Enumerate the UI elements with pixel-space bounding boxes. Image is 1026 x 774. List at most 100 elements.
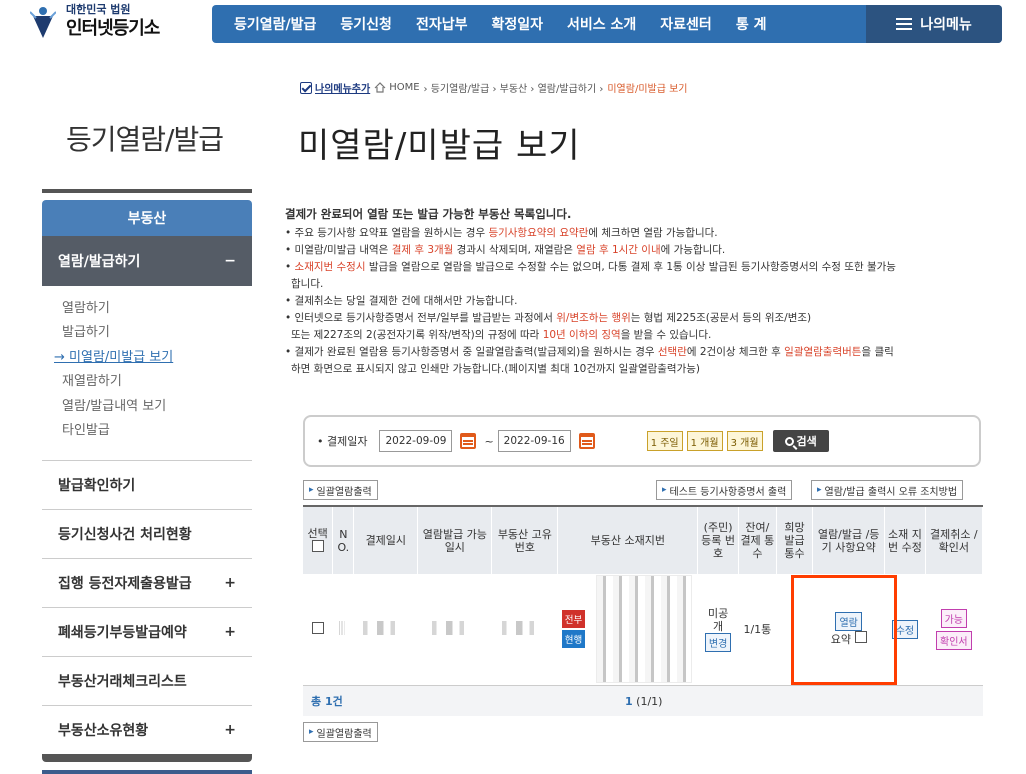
sidebar-item-ownership[interactable]: 부동산소유현황 + — [42, 705, 252, 754]
sidebar-item-label: 열람/발급하기 — [58, 254, 141, 270]
date-to-input[interactable]: 2022-09-16 — [497, 430, 571, 452]
row-remaining-cell: 1/1통 — [738, 574, 777, 686]
sidebar-item-case-status[interactable]: 등기신청사건 처리현황 — [42, 509, 252, 558]
date-from-input[interactable]: 2022-09-09 — [379, 430, 453, 452]
cancel-possible-button[interactable]: 가능 — [940, 608, 967, 628]
period-3month-button[interactable]: 3 개월 — [726, 431, 763, 451]
col-view-issue-summary: 열람/발급 /등기 사항요약 — [812, 505, 886, 574]
search-button-label: 검색 — [796, 435, 817, 448]
submenu-view[interactable]: 열람하기 — [62, 297, 173, 321]
calendar-icon[interactable] — [460, 433, 477, 449]
sidebar-category[interactable]: 부동산 — [42, 200, 252, 236]
row-checkbox[interactable] — [311, 621, 324, 634]
test-print-button[interactable]: ▸ 테스트 등기사항증명서 출력 — [656, 480, 793, 500]
expand-icon: + — [224, 722, 236, 738]
add-my-menu-link[interactable]: 나의메뉴추가 — [300, 80, 370, 95]
search-form: • 결제일자 2022-09-09 ~ 2022-09-16 1 주일 1 개월… — [303, 415, 981, 467]
row-modify-cell: 수정 — [884, 574, 926, 686]
table-footer: 총 1건 1 (1/1) — [303, 686, 983, 716]
calendar-icon[interactable] — [578, 433, 595, 449]
arrow-right-icon: ▸ — [817, 485, 822, 495]
redacted-available-at — [431, 620, 478, 635]
select-all-checkbox[interactable] — [311, 539, 324, 552]
sidebar-next-category — [42, 770, 252, 774]
home-icon — [374, 82, 386, 93]
nav-item-payment[interactable]: 전자납부 — [404, 14, 480, 34]
submenu-unviewed[interactable]: → 미열람/미발급 보기 — [54, 346, 173, 370]
resident-status: 미공개 — [707, 606, 729, 633]
submenu-history[interactable]: 열람/발급내역 보기 — [62, 395, 173, 419]
sidebar-item-view-issue[interactable]: 열람/발급하기 − — [42, 236, 252, 286]
summary-checkbox[interactable] — [854, 630, 867, 643]
sidebar-item-verify[interactable]: 발급확인하기 — [42, 460, 252, 509]
breadcrumb-home[interactable]: HOME — [374, 82, 420, 93]
period-1week-button[interactable]: 1 주일 — [646, 431, 683, 451]
redacted-paid-at — [362, 620, 409, 635]
notice-line: • 인터넷으로 등기사항증명서 전부/일부를 발급받는 과정에서 위/변조하는 … — [285, 312, 812, 324]
nav-item-registry-view[interactable]: 등기열람/발급 — [212, 14, 328, 34]
error-help-button[interactable]: ▸ 열람/발급 출력시 오류 조치방법 — [811, 480, 964, 500]
notice-line: 또는 제227조의 2(공전자기록 위작/변작)의 규정에 따라 10년 이하의… — [291, 329, 712, 341]
notice-box: 결제가 완료되어 열람 또는 발급 가능한 부동산 목록입니다. • 주요 등기… — [285, 206, 985, 378]
view-button[interactable]: 열람 — [835, 611, 862, 631]
nav-item-fixed-date[interactable]: 확정일자 — [479, 14, 555, 34]
batch-print-button[interactable]: ▸ 일괄열람출력 — [303, 480, 378, 500]
nav-item-registry-apply[interactable]: 등기신청 — [328, 14, 404, 34]
test-print-label: 테스트 등기사항증명서 출력 — [669, 486, 787, 498]
page-info: (1/1) — [636, 694, 663, 708]
total-count: 총 1건 — [311, 695, 343, 708]
change-button[interactable]: 변경 — [704, 632, 732, 652]
batch-print-label: 일괄열람출력 — [316, 486, 372, 498]
breadcrumb: 나의메뉴추가 HOME › 등기열람/발급 › 부동산 › 열람/발급하기 › … — [300, 80, 688, 95]
batch-print-label: 일괄열람출력 — [316, 728, 372, 740]
page-current[interactable]: 1 — [625, 695, 633, 708]
row-select-cell — [303, 574, 333, 686]
row-available-cell — [417, 574, 492, 686]
sidebar-item-label: 폐쇄등기부등발급예약 — [58, 625, 187, 641]
row-paid-at-cell — [353, 574, 418, 686]
modify-button[interactable]: 수정 — [891, 619, 919, 639]
submenu-issue[interactable]: 발급하기 — [62, 321, 173, 345]
col-select: 선택 — [303, 505, 334, 574]
expand-icon: + — [224, 575, 236, 591]
row-cancel-cell: 가능 확인서 — [925, 574, 983, 686]
col-address: 부동산 소재지번 — [557, 505, 699, 574]
hamburger-icon — [896, 18, 913, 30]
table-row: 전부 현행 미공개 변경 1/1통 열람 요약 수정 가능 확인서 — [303, 574, 983, 686]
batch-print-button-bottom[interactable]: ▸ 일괄열람출력 — [303, 722, 378, 742]
pagination: 1 (1/1) — [625, 695, 662, 708]
receipt-button[interactable]: 확인서 — [936, 630, 972, 650]
notice-line: • 결제가 완료된 열람용 등기사항증명서 중 일괄열람출력(발급제외)을 원하… — [285, 346, 894, 358]
payment-date-label: • 결제일자 — [317, 435, 368, 448]
site-logo[interactable]: 대한민국 법원 인터넷등기소 — [22, 0, 202, 44]
date-separator: ~ — [484, 434, 494, 448]
notice-line: 하면 화면으로 표시되지 않고 인쇄만 가능합니다.(페이지별 최대 10건까지… — [291, 363, 701, 375]
row-requested-cell — [776, 574, 813, 686]
checkbox-check-icon — [300, 81, 312, 94]
expand-icon: + — [224, 624, 236, 640]
nav-item-service[interactable]: 서비스 소개 — [555, 14, 648, 34]
sidebar-item-checklist[interactable]: 부동산거래체크리스트 — [42, 656, 252, 705]
page-title: 미열람/미발급 보기 — [298, 126, 581, 166]
breadcrumb-home-label: HOME — [389, 82, 420, 93]
my-menu-button[interactable]: 나의메뉴 — [866, 5, 1002, 43]
notice-line: • 주요 등기사항 요약표 열람을 원하시는 경우 등기사항요약의 요약란에 체… — [285, 227, 718, 239]
row-resident-cell: 미공개 변경 — [697, 574, 739, 686]
nav-item-stats[interactable]: 통 계 — [724, 14, 779, 34]
search-button[interactable]: 검색 — [772, 430, 829, 452]
sidebar-item-e-submission[interactable]: 집행 등전자제출용발급 + — [42, 558, 252, 607]
col-no: N O. — [332, 505, 355, 574]
error-help-label: 열람/발급 출력시 오류 조치방법 — [824, 486, 958, 498]
period-1month-button[interactable]: 1 개월 — [686, 431, 723, 451]
sidebar-menu: 발급확인하기 등기신청사건 처리현황 집행 등전자제출용발급 + 폐쇄등기부등발급… — [42, 460, 252, 754]
arrow-right-icon: ▸ — [309, 727, 314, 737]
row-view-summary-cell: 열람 요약 — [812, 574, 885, 686]
submenu-review[interactable]: 재열람하기 — [62, 370, 173, 394]
redacted-address — [595, 575, 692, 684]
nav-item-resources[interactable]: 자료센터 — [648, 14, 724, 34]
sidebar-item-closed-reservation[interactable]: 폐쇄등기부등발급예약 + — [42, 607, 252, 656]
tag-all: 전부 — [561, 610, 586, 629]
sidebar-item-label: 등기신청사건 처리현황 — [58, 527, 192, 543]
submenu-other-issue[interactable]: 타인발급 — [62, 419, 173, 443]
redacted-property-id — [501, 620, 548, 635]
